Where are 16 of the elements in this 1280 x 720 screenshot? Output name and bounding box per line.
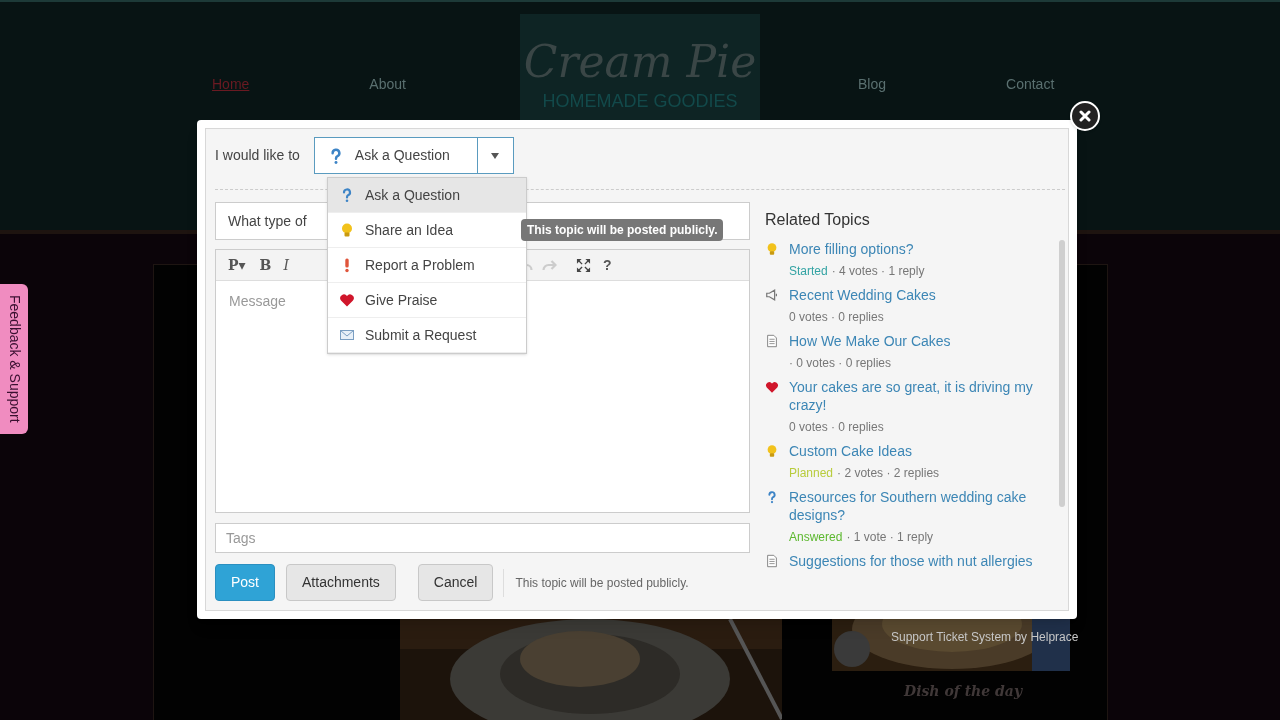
- notice-text: This topic will be posted publicly.: [515, 574, 689, 592]
- tooltip: This topic will be posted publicly.: [521, 219, 724, 241]
- topic-meta: 0 votes · 0 replies: [789, 419, 884, 435]
- select-value: Ask a Question: [354, 146, 450, 165]
- intro-label: I would like to: [215, 146, 300, 165]
- topic-meta: · 2 votes · 2 replies: [837, 465, 940, 481]
- related-heading: Related Topics: [765, 210, 871, 230]
- credit-text: Support Ticket System by Helprace: [891, 629, 1079, 646]
- topic-meta: · 4 votes · 1 reply: [831, 263, 925, 279]
- topic-status: Answered: [789, 529, 843, 545]
- topic-meta: 0 votes · 0 replies: [789, 309, 884, 325]
- topic-meta: · 1 vote · 1 reply: [846, 529, 934, 545]
- topic-status: Planned: [789, 465, 834, 481]
- topic-status: Started: [789, 263, 828, 279]
- dish-caption: Dish of the day: [904, 682, 1023, 701]
- topic-meta: · 0 votes · 0 replies: [789, 355, 892, 371]
